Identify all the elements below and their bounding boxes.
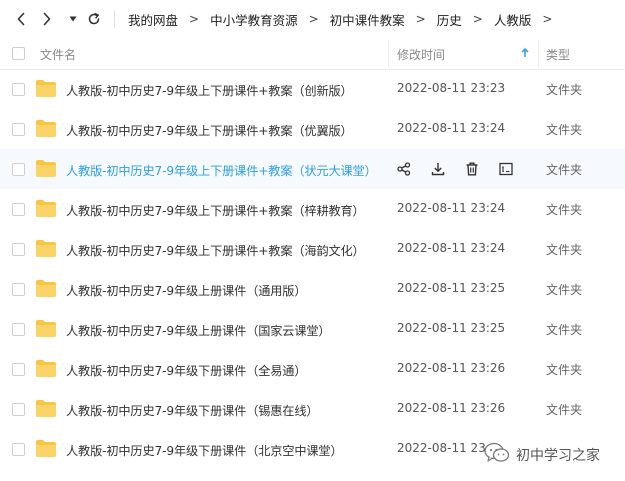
- file-modified: 2022-08-11 23:: [397, 441, 490, 455]
- file-modified: 2022-08-11 23:25: [397, 321, 506, 335]
- breadcrumb-separator: >: [308, 12, 319, 26]
- file-row[interactable]: 人教版-初中历史7-9年级上册课件（国家云课堂） 2022-08-11 23:2…: [0, 309, 625, 349]
- file-type: 文件夹: [546, 403, 583, 417]
- chevron-left-icon[interactable]: [10, 8, 32, 30]
- rename-icon[interactable]: [496, 159, 516, 179]
- folder-icon: [36, 80, 56, 101]
- folder-icon: [36, 440, 56, 461]
- delete-icon[interactable]: [462, 159, 482, 179]
- file-type: 文件夹: [546, 323, 583, 337]
- breadcrumb-item-education-resources[interactable]: 中小学教育资源: [208, 10, 300, 29]
- row-actions: [394, 159, 530, 179]
- file-row[interactable]: 人教版-初中历史7-9年级上下册课件+教案（创新版） 2022-08-11 23…: [0, 69, 625, 109]
- folder-icon: [36, 160, 56, 181]
- file-type: 文件夹: [546, 243, 583, 257]
- breadcrumb-item-history[interactable]: 历史: [435, 10, 464, 29]
- folder-icon: [36, 400, 56, 421]
- file-type: 文件夹: [546, 203, 583, 217]
- arrow-up-icon[interactable]: [521, 47, 529, 61]
- file-name[interactable]: 人教版-初中历史7-9年级上册课件（国家云课堂）: [66, 321, 331, 339]
- caret-down-icon[interactable]: [62, 8, 84, 30]
- file-row[interactable]: 人教版-初中历史7-9年级上下册课件+教案（海韵文化） 2022-08-11 2…: [0, 229, 625, 269]
- folder-icon: [36, 240, 56, 261]
- breadcrumb-separator: >: [415, 12, 426, 26]
- row-checkbox[interactable]: [12, 363, 25, 376]
- folder-icon: [36, 200, 56, 221]
- download-icon[interactable]: [428, 159, 448, 179]
- chevron-right-icon[interactable]: [36, 8, 58, 30]
- file-name[interactable]: 人教版-初中历史7-9年级上下册课件+教案（梓耕教育）: [66, 201, 365, 219]
- folder-icon: [36, 280, 56, 301]
- file-modified: 2022-08-11 23:26: [397, 361, 506, 375]
- breadcrumb-item-my-drive[interactable]: 我的网盘: [126, 10, 180, 29]
- file-modified: 2022-08-11 23:24: [397, 241, 506, 255]
- column-header-type[interactable]: 类型: [546, 46, 570, 63]
- top-bar: 我的网盘 > 中小学教育资源 > 初中课件教案 > 历史 > 人教版 >: [0, 0, 625, 38]
- file-row[interactable]: 人教版-初中历史7-9年级上下册课件+教案（梓耕教育） 2022-08-11 2…: [0, 189, 625, 229]
- file-row-hovered[interactable]: 人教版-初中历史7-9年级上下册课件+教案（状元大课堂） 文件夹: [0, 149, 625, 189]
- file-modified: 2022-08-11 23:24: [397, 121, 506, 135]
- file-type: 文件夹: [546, 163, 583, 177]
- file-row[interactable]: 人教版-初中历史7-9年级上册课件（通用版） 2022-08-11 23:25 …: [0, 269, 625, 309]
- row-checkbox[interactable]: [12, 443, 25, 456]
- file-modified: 2022-08-11 23:24: [397, 201, 506, 215]
- file-name[interactable]: 人教版-初中历史7-9年级上册课件（通用版）: [66, 281, 307, 299]
- folder-icon: [36, 320, 56, 341]
- row-checkbox[interactable]: [12, 403, 25, 416]
- breadcrumb-item-courseware[interactable]: 初中课件教案: [328, 10, 407, 29]
- column-divider[interactable]: [538, 40, 539, 67]
- breadcrumb-item-pep-edition[interactable]: 人教版: [492, 10, 534, 29]
- row-checkbox[interactable]: [12, 83, 25, 96]
- row-checkbox[interactable]: [12, 163, 25, 176]
- file-row[interactable]: 人教版-初中历史7-9年级下册课件（全易通） 2022-08-11 23:26 …: [0, 349, 625, 389]
- row-checkbox[interactable]: [12, 123, 25, 136]
- file-type: 文件夹: [546, 283, 583, 297]
- breadcrumb-separator: >: [189, 12, 200, 26]
- file-name[interactable]: 人教版-初中历史7-9年级下册课件（锡惠在线）: [66, 401, 319, 419]
- toolbar-divider: [114, 10, 115, 28]
- file-type: 文件夹: [546, 363, 583, 377]
- watermark-text: 初中学习之家: [516, 448, 600, 464]
- folder-icon: [36, 360, 56, 381]
- file-type: 文件夹: [546, 83, 583, 97]
- watermark: 初中学习之家: [480, 438, 625, 472]
- breadcrumb-separator: >: [472, 12, 483, 26]
- file-list-header: 文件名 修改时间 类型: [0, 38, 625, 70]
- file-name[interactable]: 人教版-初中历史7-9年级上下册课件+教案（状元大课堂）: [66, 161, 377, 179]
- column-divider[interactable]: [388, 40, 389, 67]
- row-checkbox[interactable]: [12, 243, 25, 256]
- file-name[interactable]: 人教版-初中历史7-9年级下册课件（北京空中课堂）: [66, 441, 343, 459]
- folder-icon: [36, 120, 56, 141]
- wechat-icon: [484, 442, 510, 468]
- select-all-checkbox[interactable]: [12, 47, 25, 60]
- row-checkbox[interactable]: [12, 283, 25, 296]
- file-type: 文件夹: [546, 123, 583, 137]
- file-row[interactable]: 人教版-初中历史7-9年级下册课件（锡惠在线） 2022-08-11 23:26…: [0, 389, 625, 429]
- file-modified: 2022-08-11 23:23: [397, 81, 506, 95]
- file-name[interactable]: 人教版-初中历史7-9年级上下册课件+教案（海韵文化）: [66, 241, 365, 259]
- column-header-name[interactable]: 文件名: [40, 46, 76, 63]
- file-modified: 2022-08-11 23:26: [397, 401, 506, 415]
- breadcrumb: 我的网盘 > 中小学教育资源 > 初中课件教案 > 历史 > 人教版 >: [126, 0, 561, 38]
- row-checkbox[interactable]: [12, 323, 25, 336]
- file-name[interactable]: 人教版-初中历史7-9年级上下册课件+教案（创新版）: [66, 81, 353, 99]
- file-name[interactable]: 人教版-初中历史7-9年级上下册课件+教案（优翼版）: [66, 121, 353, 139]
- share-icon[interactable]: [394, 159, 414, 179]
- row-checkbox[interactable]: [12, 203, 25, 216]
- file-row[interactable]: 人教版-初中历史7-9年级上下册课件+教案（优翼版） 2022-08-11 23…: [0, 109, 625, 149]
- refresh-icon[interactable]: [83, 8, 105, 30]
- column-header-modified[interactable]: 修改时间: [397, 46, 445, 63]
- file-name[interactable]: 人教版-初中历史7-9年级下册课件（全易通）: [66, 361, 307, 379]
- file-modified: 2022-08-11 23:25: [397, 281, 506, 295]
- breadcrumb-separator: >: [542, 12, 553, 26]
